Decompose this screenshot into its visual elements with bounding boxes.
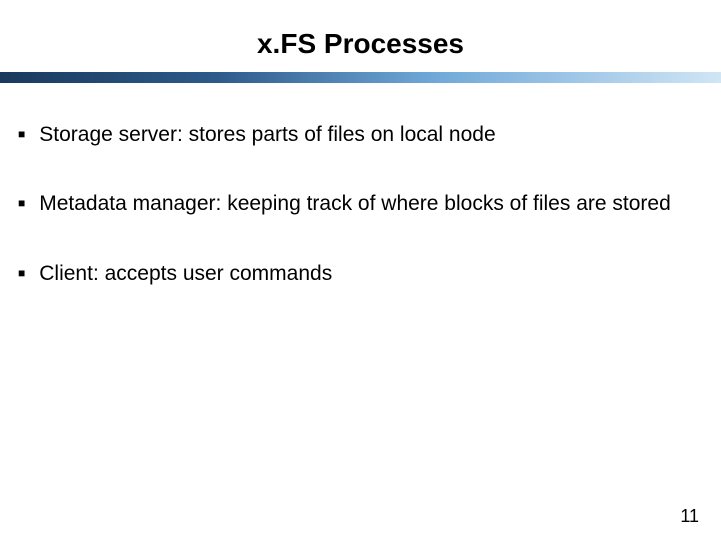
- bullet-icon: ■: [18, 266, 25, 280]
- page-number: 11: [680, 506, 699, 527]
- bullet-text: Client: accepts user commands: [39, 260, 332, 287]
- slide-title: x.FS Processes: [0, 28, 721, 60]
- bullet-text: Storage server: stores parts of files on…: [39, 121, 495, 148]
- list-item: ■ Metadata manager: keeping track of whe…: [18, 190, 691, 217]
- bullet-text: Metadata manager: keeping track of where…: [39, 190, 671, 217]
- slide: x.FS Processes ■ Storage server: stores …: [0, 0, 721, 541]
- bullet-icon: ■: [18, 196, 25, 210]
- list-item: ■ Client: accepts user commands: [18, 260, 691, 287]
- title-divider: [0, 72, 721, 83]
- bullet-icon: ■: [18, 127, 25, 141]
- content-area: ■ Storage server: stores parts of files …: [0, 121, 721, 287]
- list-item: ■ Storage server: stores parts of files …: [18, 121, 691, 148]
